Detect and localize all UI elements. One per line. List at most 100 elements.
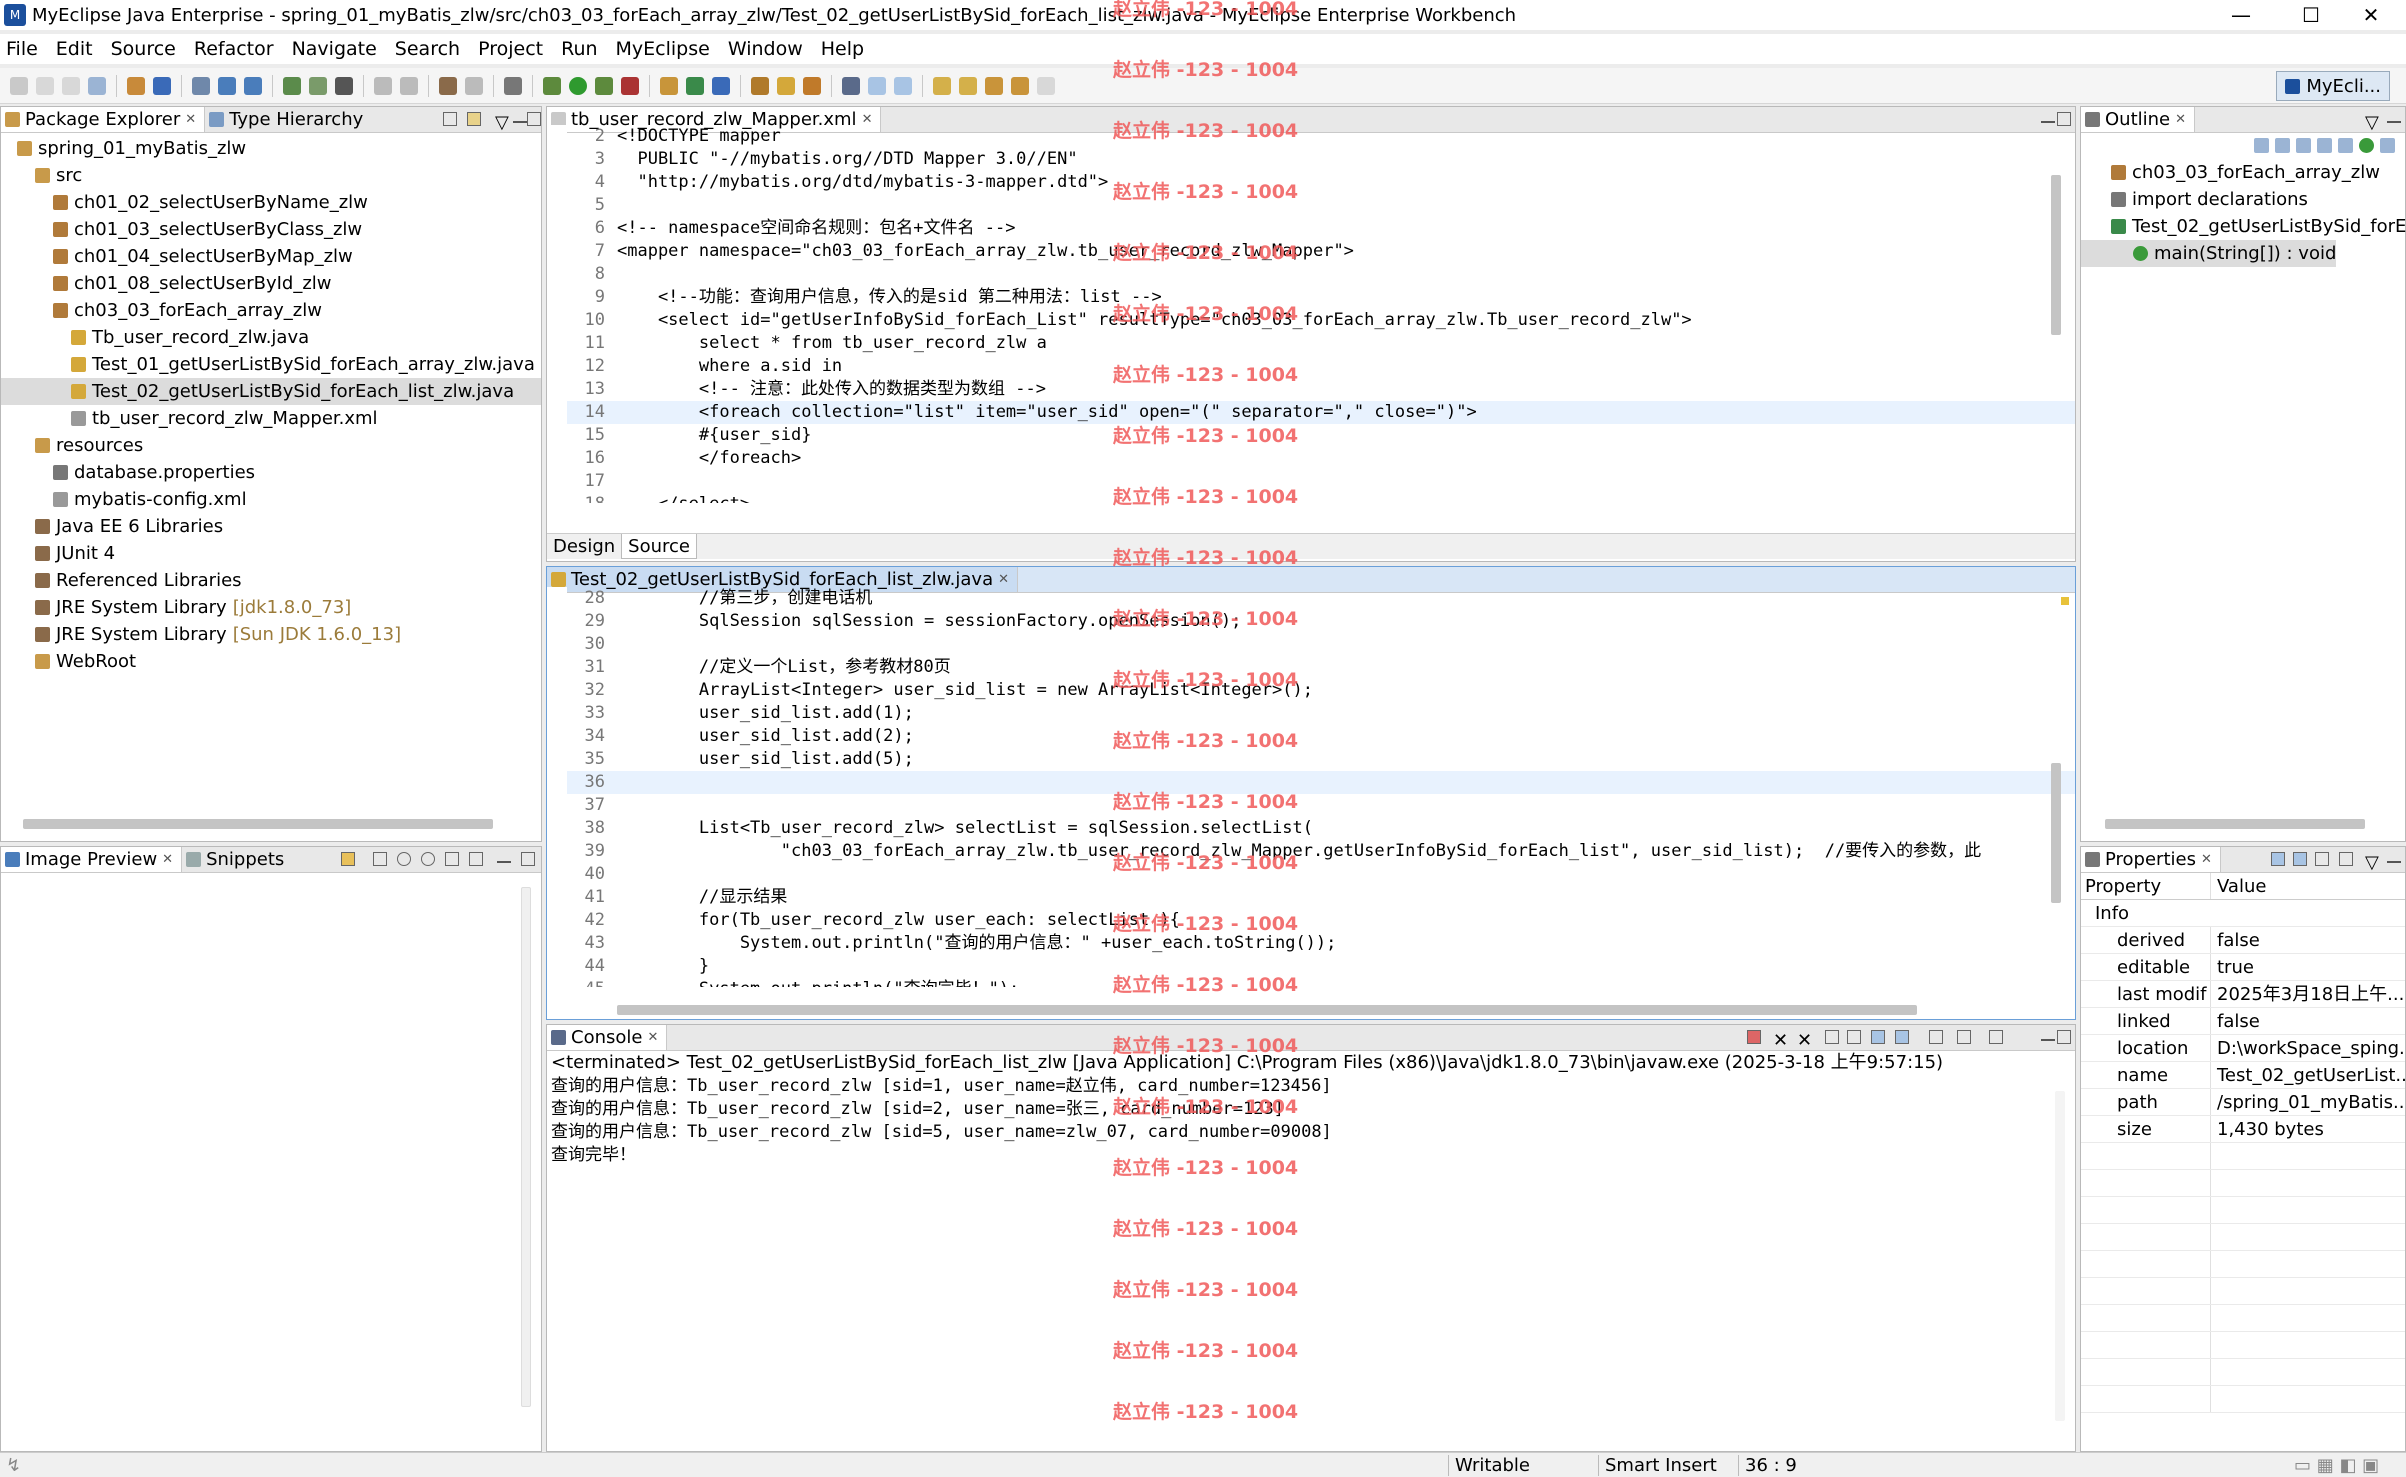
property-row[interactable]: name Test_02_getUserList... bbox=[2081, 1062, 2405, 1089]
close-tab-icon[interactable]: ✕ bbox=[998, 572, 1009, 587]
fit-icon[interactable] bbox=[373, 852, 387, 866]
vertical-scrollbar[interactable] bbox=[521, 887, 531, 1407]
deploy-icon[interactable] bbox=[218, 76, 236, 95]
property-row[interactable]: last modif 2025年3月18日上午... bbox=[2081, 981, 2405, 1008]
sort-icon[interactable] bbox=[2275, 137, 2290, 153]
zoom-out-icon[interactable] bbox=[397, 852, 411, 866]
collapse-all-icon[interactable] bbox=[443, 112, 457, 126]
tree-item[interactable]: resources bbox=[1, 432, 541, 459]
save-all-icon[interactable] bbox=[62, 76, 80, 95]
categories-icon[interactable] bbox=[2271, 852, 2285, 866]
view-menu-icon[interactable]: ▽ bbox=[495, 112, 509, 132]
show-whitespace-icon[interactable] bbox=[894, 76, 912, 95]
hide-static-icon[interactable] bbox=[2317, 137, 2332, 153]
maximize-editor-icon[interactable] bbox=[2057, 112, 2071, 126]
horizontal-scrollbar[interactable] bbox=[617, 1005, 1917, 1015]
coverage-icon[interactable] bbox=[595, 76, 613, 95]
team-sync-icon[interactable] bbox=[283, 76, 301, 95]
outline-item[interactable]: import declarations bbox=[2081, 186, 2405, 213]
tree-item[interactable]: JRE System Library [Sun JDK 1.6.0_13] bbox=[1, 621, 541, 648]
web-browser-icon[interactable] bbox=[335, 76, 353, 95]
minimize-view-icon[interactable] bbox=[2041, 1039, 2055, 1041]
close-tab-icon[interactable]: ✕ bbox=[647, 1030, 658, 1045]
tab-image-preview[interactable]: Image Preview ✕ bbox=[1, 847, 183, 872]
minimize-button[interactable]: — bbox=[2206, 0, 2276, 30]
tree-item[interactable]: ch03_03_forEach_array_zlw bbox=[1, 297, 541, 324]
pan-icon[interactable] bbox=[341, 852, 355, 866]
maximize-view-icon[interactable] bbox=[527, 112, 541, 126]
run-icon[interactable] bbox=[569, 76, 587, 95]
external-tools-icon[interactable] bbox=[504, 76, 522, 95]
filter-icon[interactable] bbox=[2293, 852, 2307, 866]
property-row[interactable]: linked false bbox=[2081, 1008, 2405, 1035]
word-wrap-icon[interactable] bbox=[1871, 1030, 1885, 1044]
tree-item[interactable]: ch01_02_selectUserByName_zlw bbox=[1, 189, 541, 216]
display-console-icon[interactable] bbox=[1957, 1030, 1971, 1044]
console-output[interactable]: 查询的用户信息：Tb_user_record_zlw [sid=1, user_… bbox=[547, 1075, 2075, 1167]
new-package-icon[interactable] bbox=[686, 76, 704, 95]
next-annotation-icon[interactable] bbox=[933, 76, 951, 95]
tab-type-hierarchy[interactable]: Type Hierarchy bbox=[205, 107, 371, 132]
menu-window[interactable]: Window bbox=[722, 38, 813, 60]
server-icon[interactable] bbox=[192, 76, 210, 95]
tree-item[interactable]: Referenced Libraries bbox=[1, 567, 541, 594]
tree-item[interactable]: WebRoot bbox=[1, 648, 541, 675]
menu-run[interactable]: Run bbox=[555, 38, 607, 60]
tab-snippets[interactable]: Snippets bbox=[182, 847, 292, 872]
cut-icon[interactable] bbox=[374, 76, 392, 95]
close-tab-icon[interactable]: ✕ bbox=[2175, 112, 2186, 127]
tree-item[interactable]: Test_01_getUserListBySid_forEach_array_z… bbox=[1, 351, 541, 378]
print-icon[interactable] bbox=[88, 76, 106, 95]
collapse-all-icon[interactable] bbox=[2254, 137, 2269, 153]
property-row[interactable]: editable true bbox=[2081, 954, 2405, 981]
menu-edit[interactable]: Edit bbox=[50, 38, 103, 60]
new-class-icon[interactable] bbox=[712, 76, 730, 95]
clear-console-icon[interactable] bbox=[1825, 1030, 1839, 1044]
save-icon[interactable] bbox=[36, 76, 54, 95]
open-console-icon[interactable] bbox=[1989, 1030, 2003, 1044]
prev-annotation-icon[interactable] bbox=[959, 76, 977, 95]
tree-item[interactable]: src bbox=[1, 162, 541, 189]
close-button[interactable]: ✕ bbox=[2336, 0, 2406, 30]
menu-refactor[interactable]: Refactor bbox=[188, 38, 284, 60]
xml-source-editor[interactable]: 2 <!DOCTYPE mapper 3 PUBLIC "-//mybatis.or… bbox=[547, 125, 2075, 503]
close-tab-icon[interactable]: ✕ bbox=[185, 112, 196, 127]
toggle-mark-icon[interactable] bbox=[842, 76, 860, 95]
tab-console[interactable]: Console ✕ bbox=[547, 1025, 668, 1050]
java-source-editor[interactable]: 28 //第三步，创建电话机 29 SqlSession sqlSession =… bbox=[547, 587, 2075, 987]
zoom-in-icon[interactable] bbox=[421, 852, 435, 866]
view-menu-icon[interactable]: ▽ bbox=[2365, 112, 2379, 132]
menu-file[interactable]: File bbox=[0, 38, 48, 60]
maximize-view-icon[interactable] bbox=[521, 852, 535, 866]
show-on-output-icon[interactable] bbox=[1895, 1030, 1909, 1044]
open-type-icon[interactable] bbox=[127, 76, 145, 95]
outline-item[interactable]: ch03_03_forEach_array_zlw bbox=[2081, 159, 2405, 186]
tab-outline[interactable]: Outline ✕ bbox=[2081, 107, 2196, 132]
minimize-view-icon[interactable] bbox=[2387, 861, 2401, 863]
outline-item[interactable]: main(String[]) : void bbox=[2081, 240, 2337, 267]
menu-navigate[interactable]: Navigate bbox=[286, 38, 387, 60]
scroll-lock-icon[interactable] bbox=[1847, 1030, 1861, 1044]
tree-item[interactable]: ch01_08_selectUserById_zlw bbox=[1, 270, 541, 297]
tab-properties[interactable]: Properties ✕ bbox=[2081, 847, 2221, 872]
hide-local-types-icon[interactable] bbox=[2359, 137, 2374, 153]
advanced-icon[interactable] bbox=[2315, 852, 2329, 866]
vertical-scrollbar[interactable] bbox=[2055, 1091, 2065, 1421]
restore-default-icon[interactable] bbox=[2339, 852, 2353, 866]
tree-item[interactable]: ch01_04_selectUserByMap_zlw bbox=[1, 243, 541, 270]
open-resource-icon[interactable] bbox=[153, 76, 171, 95]
last-edit-icon[interactable] bbox=[985, 76, 1003, 95]
copy-icon[interactable] bbox=[400, 76, 418, 95]
maximize-view-icon[interactable] bbox=[2057, 1030, 2071, 1044]
minimize-view-icon[interactable] bbox=[513, 121, 527, 123]
close-tab-icon[interactable]: ✕ bbox=[162, 852, 173, 867]
new-java-project-icon[interactable] bbox=[660, 76, 678, 95]
remove-launch-icon[interactable]: ✕ bbox=[1773, 1030, 1788, 1050]
pin-console-icon[interactable] bbox=[1929, 1030, 1943, 1044]
tree-item[interactable]: Tb_user_record_zlw.java bbox=[1, 324, 541, 351]
remove-all-icon[interactable]: ✕ bbox=[1797, 1030, 1812, 1050]
new-icon[interactable] bbox=[10, 76, 28, 95]
property-row[interactable]: path/spring_01_myBatis... bbox=[2081, 1089, 2405, 1116]
tree-item[interactable]: database.properties bbox=[1, 459, 541, 486]
outline-item[interactable]: Test_02_getUserListBySid_forEa bbox=[2081, 213, 2406, 240]
